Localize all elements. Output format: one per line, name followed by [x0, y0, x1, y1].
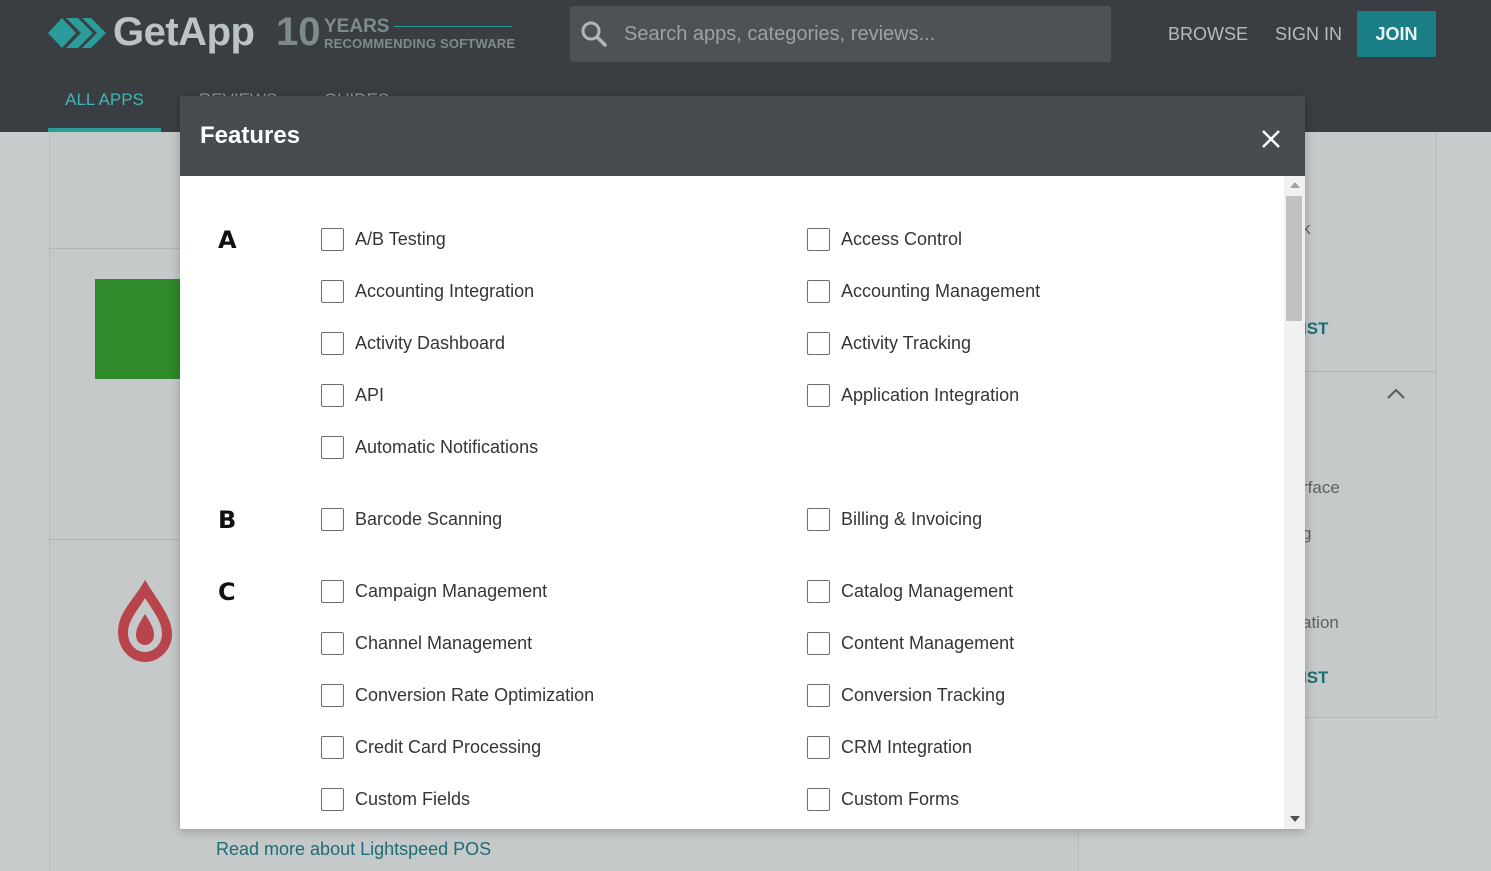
- checkbox[interactable]: [807, 787, 830, 811]
- scroll-down-arrow-icon[interactable]: [1290, 816, 1300, 822]
- logo-ten-years-number: 10: [276, 10, 321, 54]
- checkbox[interactable]: [807, 279, 830, 303]
- feature-option[interactable]: Activity Tracking: [807, 331, 971, 355]
- feature-label: Channel Management: [355, 632, 533, 653]
- checkbox[interactable]: [321, 579, 344, 603]
- feature-label: Accounting Integration: [355, 280, 535, 301]
- feature-label: Billing & Invoicing: [841, 508, 983, 529]
- feature-option[interactable]: Application Integration: [807, 383, 1019, 407]
- section-letter-c: C: [218, 578, 236, 606]
- feature-option[interactable]: Conversion Tracking: [807, 683, 1005, 707]
- scrollbar-thumb[interactable]: [1286, 196, 1302, 321]
- feature-label: Custom Forms: [841, 788, 960, 809]
- feature-label: Activity Dashboard: [355, 332, 506, 353]
- checkbox[interactable]: [807, 331, 830, 355]
- tab-all-apps[interactable]: ALL APPS: [48, 90, 161, 132]
- feature-label: Custom Fields: [355, 788, 471, 809]
- feature-option[interactable]: CRM Integration: [807, 735, 972, 759]
- feature-label: API: [355, 384, 385, 405]
- search-bar[interactable]: [570, 6, 1111, 62]
- lightspeed-flame-icon[interactable]: [112, 578, 178, 664]
- feature-option[interactable]: Custom Fields: [321, 787, 470, 811]
- feature-option[interactable]: Catalog Management: [807, 579, 1013, 603]
- section-letter-a: A: [218, 226, 237, 254]
- sidebar-list-link[interactable]: IST: [1302, 668, 1328, 688]
- feature-option[interactable]: Access Control: [807, 227, 962, 251]
- feature-option[interactable]: Channel Management: [321, 631, 532, 655]
- feature-option[interactable]: Accounting Integration: [321, 279, 534, 303]
- sidebar-text-fragment: rface: [1302, 478, 1340, 497]
- modal-scrollbar[interactable]: [1284, 176, 1305, 829]
- feature-label: Automatic Notifications: [355, 436, 539, 457]
- checkbox[interactable]: [321, 507, 344, 531]
- feature-label: Activity Tracking: [841, 332, 972, 353]
- feature-label: CRM Integration: [841, 736, 973, 757]
- feature-label: Campaign Management: [355, 580, 548, 601]
- checkbox[interactable]: [321, 435, 344, 459]
- checkbox[interactable]: [321, 787, 344, 811]
- section-letter-b: B: [218, 506, 237, 534]
- feature-option[interactable]: Campaign Management: [321, 579, 547, 603]
- checkbox[interactable]: [807, 683, 830, 707]
- logo-years-label: YEARS: [324, 16, 390, 37]
- logo-wordmark[interactable]: GetApp: [113, 10, 255, 55]
- feature-label: Conversion Rate Optimization: [355, 684, 595, 705]
- sidebar-text-fragment: ation: [1302, 613, 1339, 632]
- browse-link[interactable]: BROWSE: [1168, 24, 1248, 45]
- checkbox[interactable]: [807, 735, 830, 759]
- feature-option[interactable]: Accounting Management: [807, 279, 1040, 303]
- sign-in-link[interactable]: SIGN IN: [1275, 24, 1342, 45]
- feature-option[interactable]: Credit Card Processing: [321, 735, 541, 759]
- checkbox[interactable]: [321, 683, 344, 707]
- feature-label: Accounting Management: [841, 280, 1041, 301]
- feature-option[interactable]: Activity Dashboard: [321, 331, 505, 355]
- feature-label: A/B Testing: [355, 228, 446, 249]
- feature-option[interactable]: Billing & Invoicing: [807, 507, 982, 531]
- getapp-logo-icon[interactable]: [48, 14, 106, 52]
- feature-label: Credit Card Processing: [355, 736, 542, 757]
- checkbox[interactable]: [321, 279, 344, 303]
- feature-option[interactable]: Barcode Scanning: [321, 507, 502, 531]
- feature-label: Barcode Scanning: [355, 508, 503, 529]
- features-modal: Features A A/B Testing Access Control Ac…: [180, 96, 1305, 829]
- search-input[interactable]: [624, 6, 1094, 62]
- features-list: A A/B Testing Access Control Accounting …: [180, 176, 1284, 829]
- join-button[interactable]: JOIN: [1357, 11, 1436, 57]
- checkbox[interactable]: [807, 579, 830, 603]
- close-icon[interactable]: [1258, 126, 1284, 152]
- feature-option[interactable]: Conversion Rate Optimization: [321, 683, 594, 707]
- feature-option[interactable]: Custom Forms: [807, 787, 959, 811]
- logo-tagline: RECOMMENDING SOFTWARE: [324, 36, 516, 51]
- checkbox[interactable]: [321, 735, 344, 759]
- feature-label: Application Integration: [841, 384, 1020, 405]
- checkbox[interactable]: [807, 507, 830, 531]
- checkbox[interactable]: [321, 631, 344, 655]
- scroll-up-arrow-icon[interactable]: [1290, 182, 1300, 188]
- checkbox[interactable]: [807, 227, 830, 251]
- feature-label: Access Control: [841, 228, 963, 249]
- checkbox[interactable]: [807, 631, 830, 655]
- checkbox[interactable]: [321, 383, 344, 407]
- chevron-up-icon[interactable]: [1386, 388, 1406, 400]
- feature-option[interactable]: A/B Testing: [321, 227, 446, 251]
- modal-header: Features: [180, 96, 1305, 176]
- checkbox[interactable]: [321, 227, 344, 251]
- feature-label: Content Management: [841, 632, 1015, 653]
- feature-option[interactable]: Content Management: [807, 631, 1014, 655]
- search-icon[interactable]: [580, 20, 608, 48]
- read-more-lightspeed-link[interactable]: Read more about Lightspeed POS: [216, 839, 491, 860]
- sidebar-list-link[interactable]: IST: [1302, 319, 1328, 339]
- checkbox[interactable]: [321, 331, 344, 355]
- feature-option[interactable]: API: [321, 383, 384, 407]
- checkbox[interactable]: [807, 383, 830, 407]
- logo-divider: [394, 26, 512, 27]
- feature-label: Catalog Management: [841, 580, 1014, 601]
- modal-title: Features: [200, 122, 301, 149]
- feature-label: Conversion Tracking: [841, 684, 1006, 705]
- feature-option[interactable]: Automatic Notifications: [321, 435, 538, 459]
